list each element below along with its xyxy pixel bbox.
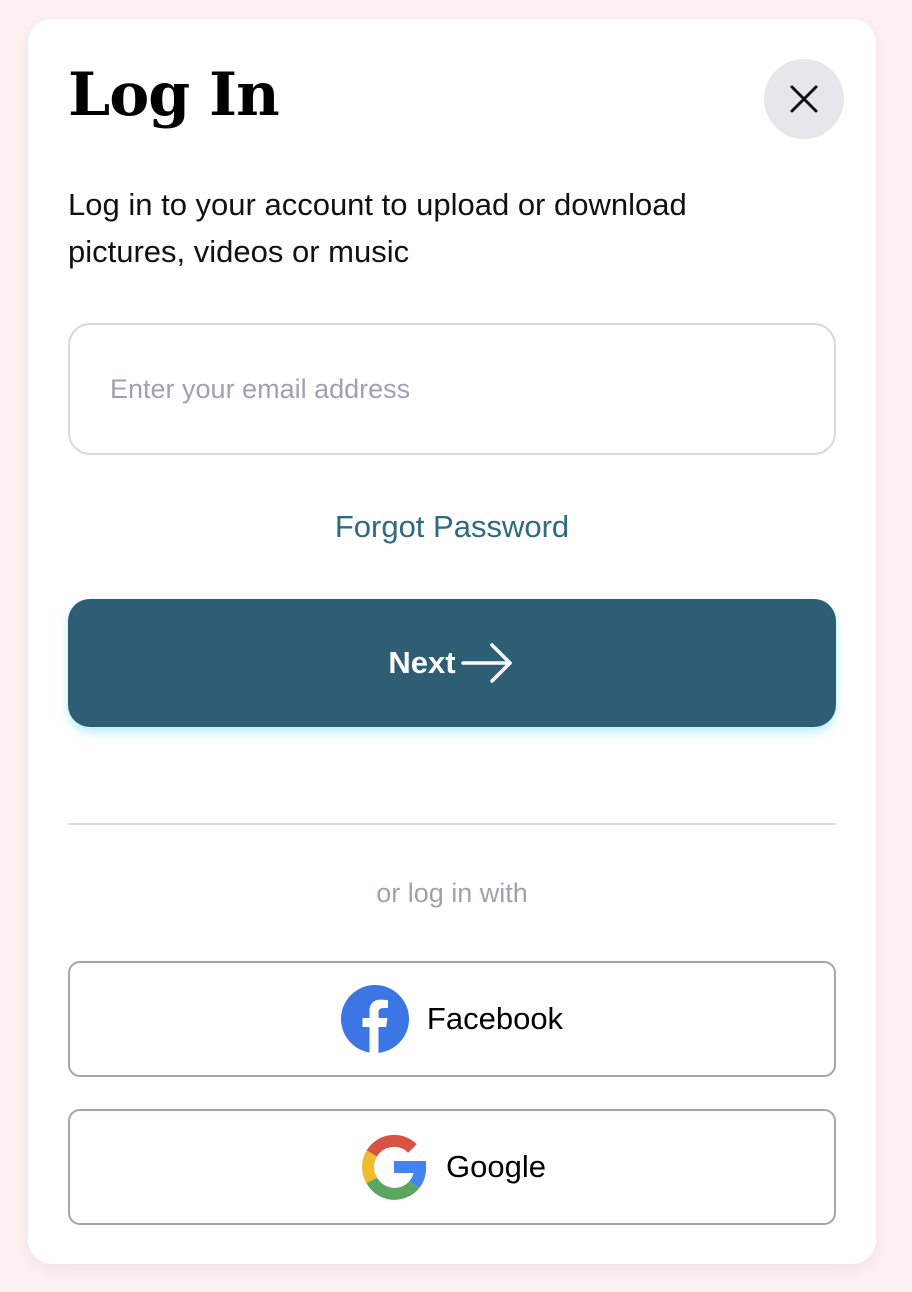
close-button[interactable]: [764, 59, 844, 139]
page-title: Log In: [68, 60, 280, 130]
google-login-button[interactable]: Google: [68, 1109, 836, 1225]
email-input[interactable]: [68, 323, 836, 455]
social-login-caption: or log in with: [376, 878, 528, 908]
login-modal: Log In Log in to your account to upload …: [28, 19, 876, 1264]
google-label: Google: [446, 1149, 546, 1184]
google-icon: [362, 1134, 427, 1200]
facebook-label: Facebook: [426, 1001, 564, 1036]
facebook-icon: [340, 985, 409, 1053]
forgot-password-link[interactable]: Forgot Password: [28, 507, 876, 547]
close-icon: [790, 85, 818, 113]
login-description: Log in to your account to upload or down…: [68, 187, 687, 269]
divider: [68, 823, 836, 825]
arrow-right-icon: [460, 643, 512, 683]
next-button-label: Next: [388, 645, 456, 680]
facebook-login-button[interactable]: Facebook: [68, 961, 836, 1077]
next-button[interactable]: Next: [68, 599, 836, 727]
